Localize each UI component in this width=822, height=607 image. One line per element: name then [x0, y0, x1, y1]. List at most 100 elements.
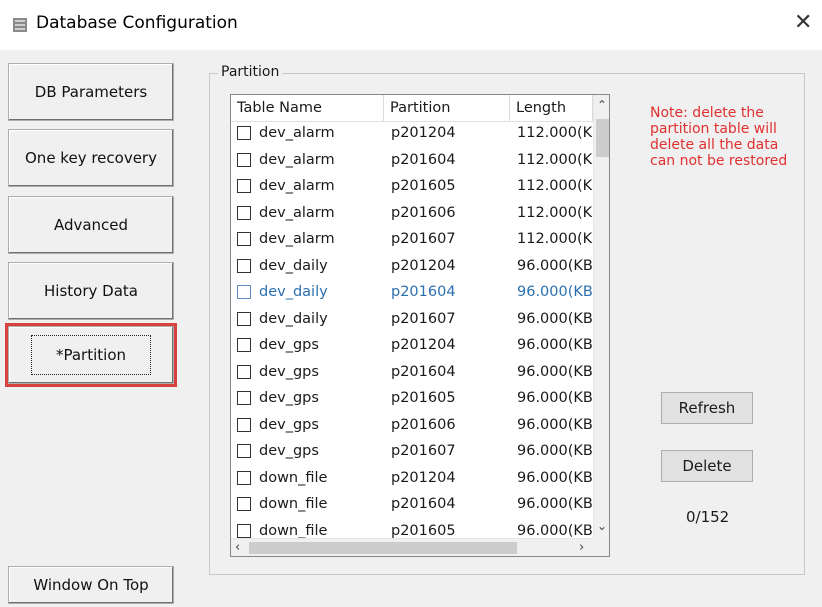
close-icon[interactable]: ✕ [794, 10, 812, 35]
table-name-cell: dev_gps [259, 363, 319, 380]
row-checkbox[interactable] [237, 470, 251, 485]
table-name-cell: dev_gps [259, 416, 319, 433]
table-row[interactable]: down_file p201604 96.000(KB) [231, 492, 599, 519]
table-row[interactable]: dev_alarm p201605 112.000(KB) [231, 174, 608, 201]
table-name-cell: dev_alarm [259, 204, 335, 221]
warning-note: Note: delete the partition table will de… [650, 105, 788, 169]
partition-cell: p201604 [391, 363, 456, 380]
table-row[interactable]: dev_alarm p201607 112.000(KB) [231, 227, 608, 254]
nav-partition-button[interactable]: *Partition [5, 323, 177, 387]
table-name-cell: down_file [259, 522, 328, 539]
row-checkbox[interactable] [237, 497, 251, 511]
length-cell: 96.000(KB) [517, 257, 599, 274]
row-checkbox[interactable] [237, 444, 251, 458]
table-name-cell: dev_gps [259, 390, 319, 406]
column-header-partition[interactable]: Partition [384, 95, 510, 121]
scroll-down-icon[interactable]: ⌄ [597, 519, 607, 533]
table-row[interactable]: dev_gps p201607 96.000(KB) [231, 439, 599, 466]
table-row[interactable]: dev_daily p201204 96.000(KB) [231, 254, 599, 281]
row-checkbox[interactable] [237, 338, 251, 352]
partition-cell: p201204 [391, 257, 456, 274]
length-cell: 96.000(KB) [517, 390, 599, 406]
length-cell: 96.000(KB) [517, 443, 599, 459]
table-row[interactable]: dev_gps p201204 96.000(KB) [231, 333, 599, 360]
scroll-up-icon[interactable]: ⌃ [597, 98, 607, 112]
table-row[interactable]: dev_gps p201604 96.000(KB) [231, 360, 599, 387]
row-checkbox[interactable] [237, 417, 251, 432]
window-on-top-label: Window On Top [33, 576, 149, 594]
partition-cell: p201605 [391, 390, 456, 406]
row-checkbox[interactable] [237, 126, 251, 140]
table-row[interactable]: down_file p201204 96.000(KB) [231, 466, 599, 493]
partition-cell: p201606 [391, 204, 456, 221]
table-row[interactable]: dev_alarm p201606 112.000(KB) [231, 201, 608, 228]
horizontal-scrollbar[interactable]: ‹ › [231, 538, 593, 556]
partition-cell: p201604 [391, 496, 456, 512]
scroll-left-icon[interactable]: ‹ [235, 540, 240, 555]
length-cell: 96.000(KB) [517, 496, 599, 512]
selection-count: 0/152 [686, 508, 730, 526]
nav-db-parameters-button[interactable]: DB Parameters [8, 63, 174, 121]
table-row[interactable]: dev_daily p201607 96.000(KB) [231, 307, 599, 334]
partition-cell: p201604 [391, 151, 456, 168]
table-row[interactable]: dev_alarm p201204 112.000(KB) [231, 121, 608, 148]
table-row[interactable]: dev_daily p201604 96.000(KB) [231, 280, 599, 307]
row-checkbox[interactable] [237, 364, 251, 379]
partition-cell: p201204 [391, 125, 456, 141]
partition-cell: p201605 [391, 522, 456, 539]
table-name-cell: dev_daily [259, 310, 328, 327]
table-name-cell: down_file [259, 496, 328, 512]
table-row[interactable]: dev_alarm p201604 112.000(KB) [231, 148, 608, 175]
partition-cell: p201604 [391, 284, 456, 300]
horizontal-scroll-thumb[interactable] [249, 542, 517, 554]
length-cell: 96.000(KB) [517, 284, 599, 300]
partition-cell: p201607 [391, 310, 456, 327]
partition-table[interactable]: Table Name Partition Length dev_alarm p20… [230, 94, 610, 557]
vertical-scrollbar[interactable]: ⌃ ⌄ [593, 95, 609, 538]
row-checkbox[interactable] [237, 232, 251, 246]
table-row[interactable]: dev_gps p201605 96.000(KB) [231, 386, 599, 413]
table-name-cell: dev_alarm [259, 125, 335, 141]
partition-cell: p201204 [391, 337, 456, 353]
partition-cell: p201606 [391, 416, 456, 433]
column-header-table-name[interactable]: Table Name [231, 95, 384, 121]
row-checkbox[interactable] [237, 258, 251, 273]
nav-label: *Partition [30, 335, 151, 375]
table-name-cell: dev_alarm [259, 178, 335, 194]
row-checkbox[interactable] [237, 205, 251, 220]
nav-label: One key recovery [25, 149, 157, 167]
title-bar: Database Configuration ✕ [0, 0, 822, 50]
table-header: Table Name Partition Length [231, 95, 609, 122]
row-checkbox[interactable] [237, 285, 251, 299]
row-checkbox[interactable] [237, 152, 251, 167]
partition-cell: p201204 [391, 469, 456, 486]
nav-label: DB Parameters [34, 83, 148, 101]
row-checkbox[interactable] [237, 391, 251, 405]
row-checkbox[interactable] [237, 523, 251, 538]
table-name-cell: dev_alarm [259, 151, 335, 168]
nav-one-key-recovery-button[interactable]: One key recovery [8, 129, 174, 187]
partition-cell: p201607 [391, 231, 456, 247]
row-checkbox[interactable] [237, 311, 251, 326]
nav-history-data-button[interactable]: History Data [8, 262, 174, 320]
table-name-cell: down_file [259, 469, 328, 486]
nav-advanced-button[interactable]: Advanced [8, 196, 174, 254]
partition-cell: p201607 [391, 443, 456, 459]
table-name-cell: dev_daily [259, 257, 328, 274]
table-name-cell: dev_gps [259, 443, 319, 459]
length-cell: 96.000(KB) [517, 522, 599, 539]
table-name-cell: dev_daily [259, 284, 328, 300]
delete-button[interactable]: Delete [661, 450, 753, 482]
column-header-length[interactable]: Length [510, 95, 593, 121]
nav-label: History Data [44, 282, 138, 300]
window-on-top-button[interactable]: Window On Top [8, 566, 174, 604]
refresh-button[interactable]: Refresh [661, 392, 753, 424]
table-row[interactable]: dev_gps p201606 96.000(KB) [231, 413, 599, 440]
table-name-cell: dev_alarm [259, 231, 335, 247]
length-cell: 96.000(KB) [517, 416, 599, 433]
length-cell: 96.000(KB) [517, 469, 599, 486]
vertical-scroll-thumb[interactable] [596, 119, 609, 157]
scroll-right-icon[interactable]: › [579, 540, 584, 555]
table-name-cell: dev_gps [259, 337, 319, 353]
row-checkbox[interactable] [237, 179, 251, 193]
